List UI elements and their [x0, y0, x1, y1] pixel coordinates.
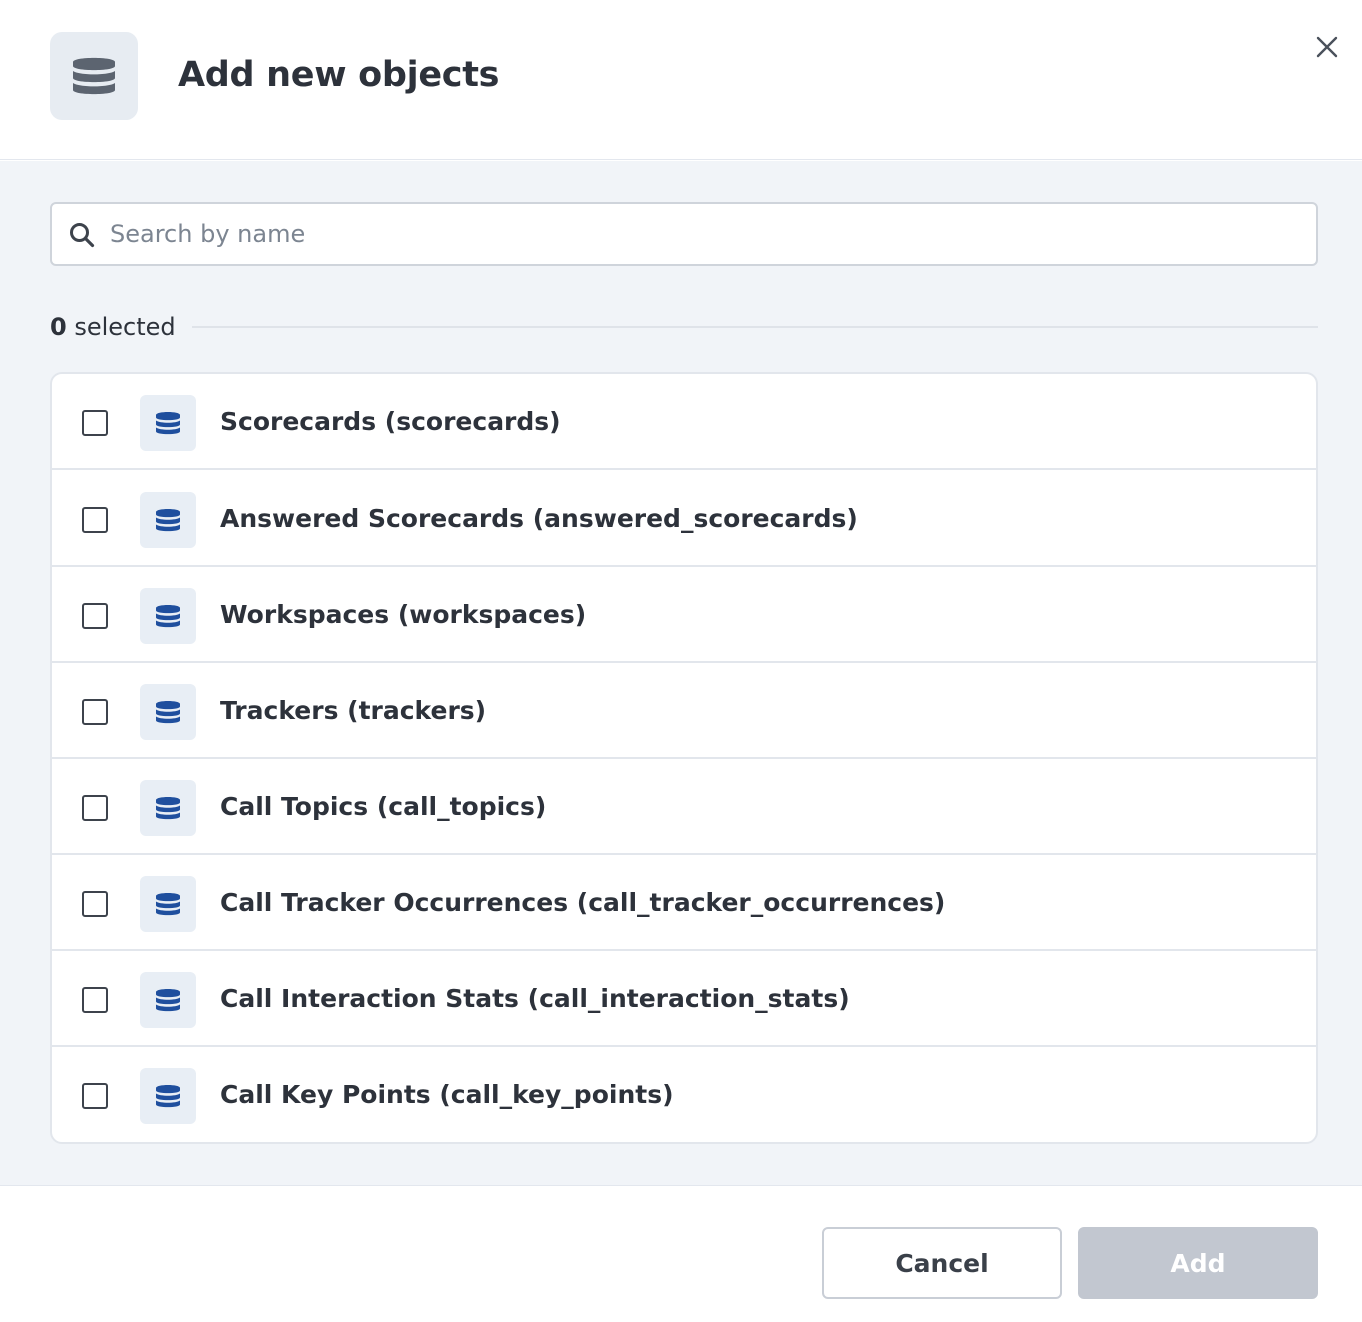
database-icon: [140, 1068, 196, 1124]
item-label: Call Key Points (call_key_points): [220, 1080, 674, 1109]
item-checkbox[interactable]: [82, 603, 108, 629]
database-icon: [140, 684, 196, 740]
database-icon: [140, 395, 196, 451]
dialog-body: 0 selected Scorecards (scorecards) Answe…: [0, 161, 1362, 1185]
database-icon: [140, 780, 196, 836]
object-list: Scorecards (scorecards) Answered Scoreca…: [50, 372, 1318, 1144]
dialog-title: Add new objects: [178, 55, 500, 95]
list-item[interactable]: Call Topics (call_topics): [52, 759, 1316, 855]
item-checkbox[interactable]: [82, 891, 108, 917]
list-item[interactable]: Scorecards (scorecards): [52, 374, 1316, 470]
selected-count: 0: [50, 313, 67, 341]
add-objects-dialog: Add new objects 0 selected: [0, 0, 1362, 1322]
selection-summary: 0 selected: [50, 309, 1318, 345]
item-label: Workspaces (workspaces): [220, 600, 587, 629]
item-label: Answered Scorecards (answered_scorecards…: [220, 504, 858, 533]
item-checkbox[interactable]: [82, 410, 108, 436]
item-checkbox[interactable]: [82, 795, 108, 821]
list-item[interactable]: Call Interaction Stats (call_interaction…: [52, 951, 1316, 1047]
close-icon: [1316, 36, 1338, 58]
item-label: Call Topics (call_topics): [220, 792, 547, 821]
divider: [192, 326, 1318, 328]
list-item[interactable]: Trackers (trackers): [52, 663, 1316, 759]
selected-count-text: 0 selected: [50, 309, 176, 345]
database-icon: [140, 876, 196, 932]
item-label: Scorecards (scorecards): [220, 407, 561, 436]
list-item[interactable]: Workspaces (workspaces): [52, 567, 1316, 663]
list-item[interactable]: Call Tracker Occurrences (call_tracker_o…: [52, 855, 1316, 951]
dialog-footer: Cancel Add: [0, 1185, 1362, 1322]
cancel-button[interactable]: Cancel: [822, 1227, 1062, 1299]
item-checkbox[interactable]: [82, 507, 108, 533]
item-checkbox[interactable]: [82, 1083, 108, 1109]
database-icon: [140, 492, 196, 548]
item-checkbox[interactable]: [82, 987, 108, 1013]
close-button[interactable]: [1308, 28, 1346, 66]
add-button[interactable]: Add: [1078, 1227, 1318, 1299]
search-box[interactable]: [50, 202, 1318, 266]
list-item[interactable]: Call Key Points (call_key_points): [52, 1047, 1316, 1142]
item-checkbox[interactable]: [82, 699, 108, 725]
database-icon: [140, 972, 196, 1028]
item-label: Call Interaction Stats (call_interaction…: [220, 984, 850, 1013]
database-icon: [140, 588, 196, 644]
item-label: Call Tracker Occurrences (call_tracker_o…: [220, 888, 946, 917]
search-input[interactable]: [108, 212, 1298, 256]
list-item[interactable]: Answered Scorecards (answered_scorecards…: [52, 471, 1316, 567]
database-icon: [50, 32, 138, 120]
item-label: Trackers (trackers): [220, 696, 487, 725]
selected-label: selected: [74, 313, 176, 341]
dialog-header: Add new objects: [0, 0, 1362, 160]
search-icon: [70, 223, 95, 248]
